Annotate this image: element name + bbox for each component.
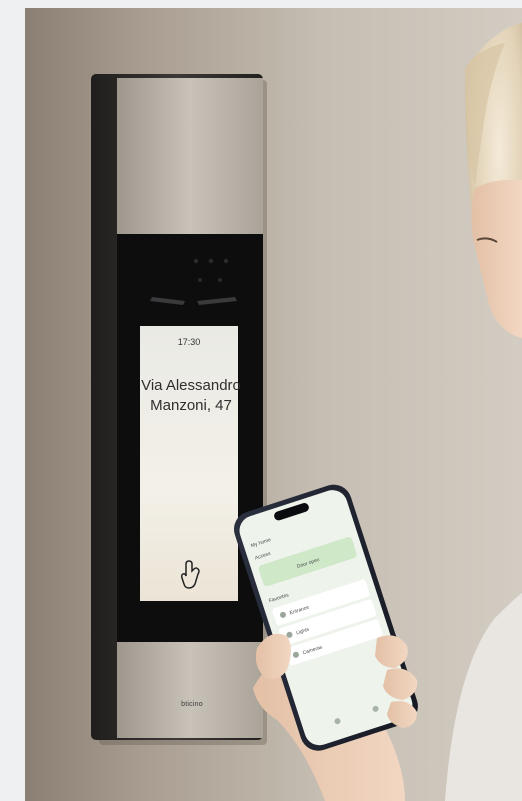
sensor-dot-icon (218, 278, 222, 282)
display-address-line1: Via Alessandro (141, 377, 241, 394)
camera-dot-icon (193, 258, 199, 264)
intercom-scene: 17:30 Via Alessandro Manzoni, 47 bticino… (25, 8, 522, 801)
sensor-dot-icon (198, 278, 202, 282)
intercom-display (140, 326, 238, 601)
intercom-top-panel (117, 78, 263, 240)
display-address-line2: Manzoni, 47 (150, 397, 232, 414)
sensor-dot-icon (223, 258, 229, 264)
product-photo: 17:30 Via Alessandro Manzoni, 47 bticino… (25, 8, 522, 801)
display-time: 17:30 (178, 337, 201, 347)
sensor-dot-icon (208, 258, 214, 264)
intercom-brand-logo: bticino (181, 701, 203, 708)
intercom-bottom-panel (117, 642, 263, 738)
